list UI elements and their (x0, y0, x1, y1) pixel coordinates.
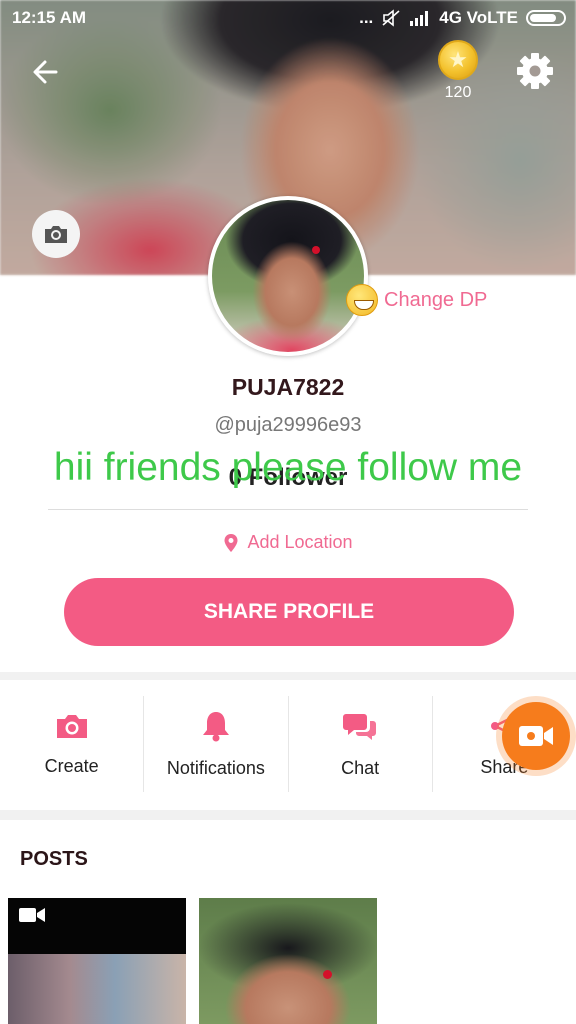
action-bar: Create Notifications Chat Share (0, 680, 576, 808)
video-camera-icon (19, 908, 45, 922)
camera-icon (45, 226, 67, 243)
status-time: 12:15 AM (12, 8, 87, 27)
change-dp-label: Change DP (384, 288, 488, 311)
posts-heading: POSTS (20, 848, 88, 870)
chat-action[interactable]: Chat (289, 696, 433, 792)
notifications-action[interactable]: Notifications (144, 696, 289, 792)
chat-bubbles-icon (343, 713, 377, 740)
status-indicators: ... 4G VoLTE (359, 8, 566, 28)
coin-count: 120 (444, 84, 472, 101)
avatar-detail (312, 246, 320, 254)
video-camera-icon (519, 726, 553, 746)
gear-icon[interactable] (514, 50, 556, 92)
share-profile-button[interactable]: SHARE PROFILE (64, 578, 514, 646)
change-dp-button[interactable]: Change DP (346, 284, 487, 316)
coin-icon[interactable]: ★ (438, 40, 478, 80)
signal-dots: ... (359, 8, 374, 27)
create-action[interactable]: Create (0, 696, 145, 792)
post-thumbnail[interactable] (8, 898, 186, 1024)
network-type: 4G VoLTE (439, 8, 518, 27)
grinning-emoji-icon (346, 284, 378, 316)
chat-label: Chat (341, 757, 380, 778)
username: PUJA7822 (231, 374, 345, 400)
change-cover-button[interactable] (32, 210, 80, 258)
post-thumbnail[interactable] (199, 898, 377, 1024)
create-label: Create (44, 755, 99, 776)
post-detail (323, 970, 332, 979)
section-divider (0, 672, 576, 680)
notifications-label: Notifications (166, 757, 265, 778)
post-preview (8, 954, 186, 1024)
bell-icon (202, 711, 229, 741)
video-record-button[interactable] (502, 702, 570, 770)
back-arrow-icon[interactable] (26, 52, 66, 92)
section-divider (0, 810, 576, 820)
overlay-caption: hii friends please follow me (53, 446, 523, 489)
camera-icon (56, 714, 87, 738)
divider (48, 509, 528, 510)
battery-icon (526, 10, 566, 26)
status-bar: 12:15 AM ... 4G VoLTE (0, 0, 576, 38)
profile-avatar[interactable] (208, 196, 368, 356)
signal-icon (410, 11, 429, 26)
location-pin-icon (224, 533, 238, 552)
add-location-label: Add Location (247, 532, 353, 552)
mute-icon (382, 9, 400, 27)
add-location-link[interactable]: Add Location (0, 532, 576, 553)
